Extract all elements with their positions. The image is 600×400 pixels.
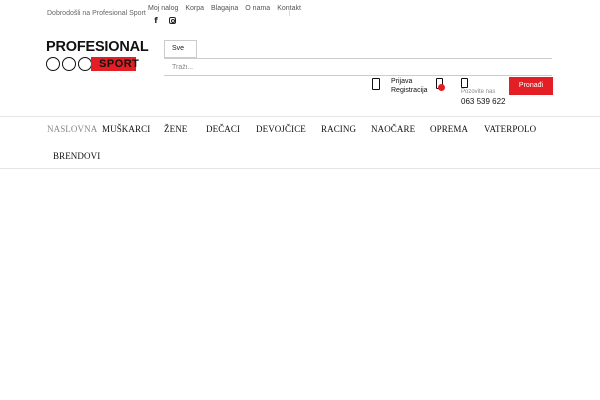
bike-icon — [62, 57, 76, 71]
top-link-cart[interactable]: Korpa — [185, 5, 204, 12]
logo-sport-icons — [46, 57, 92, 71]
nav-item-oprema[interactable]: OPREMA — [430, 124, 468, 134]
category-select[interactable]: Sve — [164, 40, 197, 58]
nav-item-zene[interactable]: ŽENE — [164, 124, 187, 134]
register-link[interactable]: Registracija — [391, 86, 428, 95]
nav-item-naocare[interactable]: NAOČARE — [371, 124, 415, 134]
nav-item-racing[interactable]: RACING — [321, 124, 356, 134]
nav-item-decaci[interactable]: DEČACI — [206, 124, 240, 134]
search-button[interactable]: Pronađi — [509, 77, 553, 95]
social-links: f — [152, 16, 176, 25]
top-links: Moj nalog Korpa Blagajna O nama Kontakt — [148, 5, 301, 12]
top-link-about[interactable]: O nama — [245, 5, 270, 12]
logo-text-sport: SPORT — [91, 57, 139, 71]
phone-icon — [461, 78, 468, 88]
cart-badge — [438, 84, 445, 91]
nav-item-naslovna[interactable]: NASLOVNA — [47, 124, 97, 134]
nav-item-devojcice[interactable]: DEVOJČICE — [256, 124, 306, 134]
topbar-divider — [289, 7, 290, 16]
phone-number[interactable]: 063 539 622 — [461, 97, 506, 106]
welcome-text: Dobrodošli na Profesional Sport — [47, 10, 146, 17]
top-link-checkout[interactable]: Blagajna — [211, 5, 238, 12]
login-link[interactable]: Prijava — [391, 77, 428, 86]
user-icon[interactable] — [372, 78, 380, 90]
facebook-icon[interactable]: f — [152, 16, 160, 25]
nav-item-vaterpolo[interactable]: VATERPOLO — [484, 124, 536, 134]
top-link-my-account[interactable]: Moj nalog — [148, 5, 178, 12]
account-links: Prijava Registracija — [391, 77, 428, 95]
nav-divider-top — [0, 116, 600, 117]
logo-text-profesional: PROFESIONAL — [46, 39, 149, 55]
instagram-icon[interactable] — [169, 17, 176, 24]
search-input[interactable] — [164, 59, 552, 76]
nav-item-brendovi[interactable]: BRENDOVI — [53, 151, 100, 161]
site-logo[interactable]: PROFESIONAL SPORT — [46, 39, 149, 72]
run-icon — [78, 57, 92, 71]
nav-item-muskarci[interactable]: MUŠKARCI — [102, 124, 150, 134]
phone-label: Pozovite nas — [461, 89, 496, 95]
nav-divider-bottom — [0, 168, 600, 169]
swim-icon — [46, 57, 60, 71]
